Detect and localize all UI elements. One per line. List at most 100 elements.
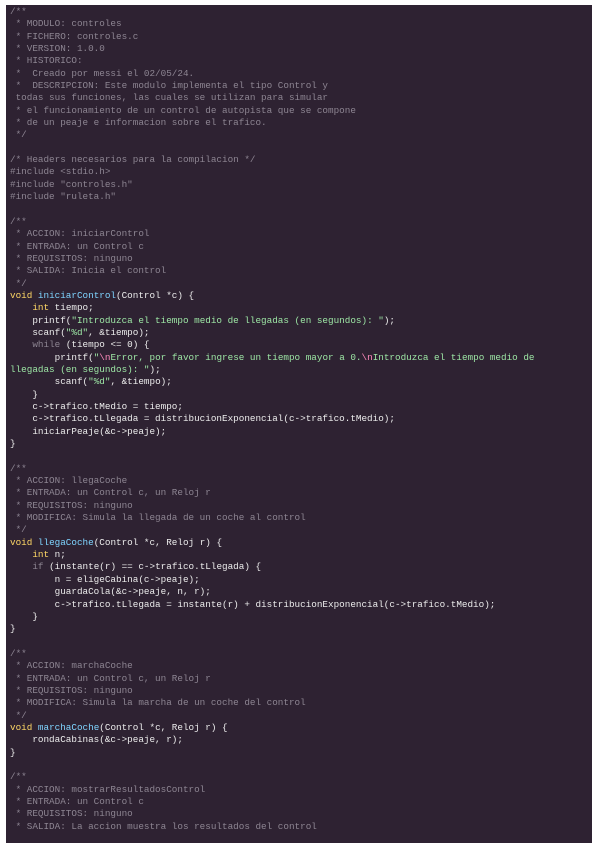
code-token-comment: if <box>32 561 44 573</box>
code-line: /* Headers necesarios para la compilacio… <box>10 154 590 166</box>
code-line: rondaCabinas(&c->peaje, r); <box>10 734 590 746</box>
code-token-comment: * ENTRADA: un Control c, un Reloj r <box>10 487 211 499</box>
code-token-plain: rondaCabinas(&c->peaje, r); <box>10 734 183 746</box>
code-line: #include <stdio.h> <box>10 166 590 178</box>
code-token-func: marchaCoche <box>37 721 100 733</box>
code-line: /** <box>10 216 590 228</box>
code-line: * ACCION: marchaCoche <box>10 660 590 672</box>
code-line: llegadas (en segundos): "); <box>10 364 590 376</box>
code-token-escape: \n <box>99 351 111 363</box>
code-token-comment: #include <stdio.h> <box>10 166 111 178</box>
code-line: void marchaCoche(Control *c, Reloj r) { <box>10 722 590 734</box>
code-token-plain: (Control *c) { <box>116 289 195 301</box>
code-line: * el funcionamiento de un control de aut… <box>10 105 590 117</box>
code-line: #include "ruleta.h" <box>10 191 590 203</box>
code-token-comment: #include "ruleta.h" <box>10 191 117 203</box>
code-line: * VERSION: 1.0.0 <box>10 43 590 55</box>
code-line: /** <box>10 463 590 475</box>
code-token-comment: * ENTRADA: un Control c <box>10 796 144 807</box>
code-token-comment: * el funcionamiento de un control de aut… <box>10 104 356 116</box>
code-token-comment: * de un peaje e informacion sobre el tra… <box>10 117 267 129</box>
code-line: * MODIFICA: Simula la llegada de un coch… <box>10 512 590 524</box>
code-token-escape: \n <box>361 351 373 363</box>
code-token-keyword: int <box>32 549 50 561</box>
code-token-comment: todas sus funciones, las cuales se utili… <box>10 92 329 104</box>
code-line: while (tiempo <= 0) { <box>10 339 590 351</box>
code-line: iniciarPeaje(&c->peaje); <box>10 426 590 438</box>
code-editor-panel[interactable]: /** * MODULO: controles * FICHERO: contr… <box>6 5 592 843</box>
code-token-comment: * ENTRADA: un Control c, un Reloj r <box>10 672 211 684</box>
code-token-comment: /** <box>10 462 27 474</box>
code-token-plain: scanf( <box>10 326 66 338</box>
code-token-comment: * REQUISITOS: ninguno <box>10 499 133 511</box>
code-token-comment: * REQUISITOS: ninguno <box>10 684 133 696</box>
code-line: } <box>10 623 590 635</box>
code-token-plain: c->trafico.tMedio = tiempo; <box>10 401 183 412</box>
code-token-comment: * MODULO: controles <box>10 18 122 30</box>
code-token-func: llegaCoche <box>37 536 94 548</box>
code-line: } <box>10 747 590 759</box>
code-line: * ACCION: iniciarControl <box>10 228 590 240</box>
code-token-plain: (instante(r) == c->trafico.tLlegada) { <box>43 561 262 573</box>
code-line: * ENTRADA: un Control c <box>10 241 590 253</box>
code-line: if (instante(r) == c->trafico.tLlegada) … <box>10 561 590 573</box>
code-token-comment: /** <box>10 647 27 659</box>
code-token-comment: * ACCION: mostrarResultadosControl <box>10 783 206 795</box>
code-token-string: "%d" <box>88 376 111 388</box>
code-token-plain: ); <box>149 363 161 375</box>
code-line: * FICHERO: controles.c <box>10 31 590 43</box>
code-line: } <box>10 438 590 450</box>
code-line: */ <box>10 129 590 141</box>
code-line: * SALIDA: Inicia el control <box>10 265 590 277</box>
code-line: int n; <box>10 549 590 561</box>
code-line: /** <box>10 771 590 783</box>
code-line: * MODULO: controles <box>10 18 590 30</box>
code-line: */ <box>10 524 590 536</box>
code-token-plain: } <box>10 623 16 635</box>
code-token-plain: , &tiempo); <box>110 376 172 388</box>
code-line: todas sus funciones, las cuales se utili… <box>10 92 590 104</box>
code-token-comment: * ACCION: llegaCoche <box>10 475 128 487</box>
code-line: scanf("%d", &tiempo); <box>10 327 590 339</box>
code-line: #include "controles.h" <box>10 179 590 191</box>
code-line: printf("\nError, por favor ingrese un ti… <box>10 352 590 364</box>
code-line: * REQUISITOS: ninguno <box>10 253 590 265</box>
code-token-comment: */ <box>10 524 27 536</box>
code-line: void iniciarControl(Control *c) { <box>10 290 590 302</box>
code-token-plain: guardaCola(&c->peaje, n, r); <box>10 586 211 598</box>
code-line: /** <box>10 6 590 18</box>
code-token-string: "Introduzca el tiempo medio de llegadas … <box>71 314 384 326</box>
code-line: * ACCION: mostrarResultadosControl <box>10 784 590 796</box>
code-token-comment: */ <box>10 129 27 141</box>
code-line: * ENTRADA: un Control c, un Reloj r <box>10 673 590 685</box>
code-token-plain: printf( <box>10 314 72 326</box>
code-line: * REQUISITOS: ninguno <box>10 500 590 512</box>
code-token-keyword: void <box>10 721 38 733</box>
code-token-comment: * HISTORICO: <box>10 55 83 67</box>
code-token-string: Error, por favor ingrese un tiempo mayor… <box>110 351 362 363</box>
code-line: * SALIDA: La accion muestra los resultad… <box>10 821 590 833</box>
code-line: c->trafico.tLlegada = instante(r) + dist… <box>10 599 590 611</box>
code-token-comment: * REQUISITOS: ninguno <box>10 808 133 820</box>
code-token-comment: * MODIFICA: Simula la llegada de un coch… <box>10 512 306 524</box>
code-line: * REQUISITOS: ninguno <box>10 808 590 820</box>
code-token-comment: * DESCRIPCION: Este modulo implementa el… <box>10 80 329 92</box>
code-token-plain: scanf( <box>10 376 89 388</box>
code-token-comment: * REQUISITOS: ninguno <box>10 252 133 264</box>
code-token-plain: printf( <box>10 351 94 363</box>
code-line: int tiempo; <box>10 302 590 314</box>
code-token-comment: * VERSION: 1.0.0 <box>10 43 105 55</box>
code-line: * DESCRIPCION: Este modulo implementa el… <box>10 80 590 92</box>
code-content[interactable]: /** * MODULO: controles * FICHERO: contr… <box>10 6 590 833</box>
code-token-plain: ); <box>383 314 395 326</box>
code-line: guardaCola(&c->peaje, n, r); <box>10 586 590 598</box>
code-line: * Creado por messi el 02/05/24. <box>10 68 590 80</box>
